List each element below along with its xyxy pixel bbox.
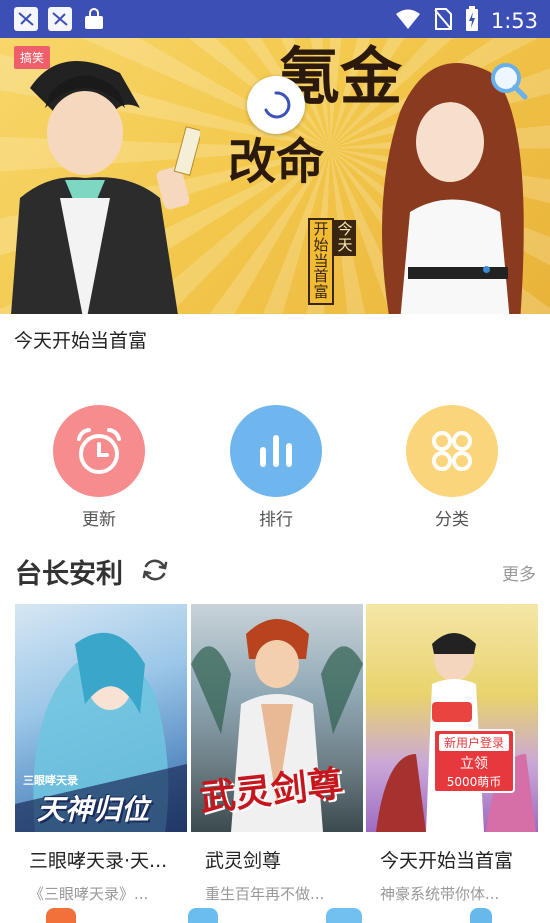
carousel-indicator [483,266,490,273]
app-notification-icon [14,7,38,31]
banner-character-left [11,61,200,314]
comic-title: 今天开始当首富 [380,850,514,872]
carrot-icon[interactable] [46,908,76,923]
next-row-icons [0,908,550,923]
clock: 1:53 [490,9,538,33]
no-sim-icon [433,7,453,35]
wifi-icon [395,8,421,34]
comic-card[interactable]: 三眼哮天录 天神归位 三眼哮天录·天... 《三眼哮天录》... [15,604,187,904]
comic-description: 重生百年再不做... [205,885,325,903]
featured-banner[interactable]: 搞笑 氪金 改命 开始当首富 今天 [0,38,550,314]
banner-vertical-caption: 开始当首富 [308,218,334,305]
loading-spinner [247,76,305,134]
comic-description: 神豪系统带你体... [380,885,500,903]
bar-chart-icon [230,405,322,497]
comic-cover: 三眼哮天录 天神归位 [15,604,187,832]
category-classify-button[interactable]: 分类 [406,405,498,530]
cover-title: 天神归位 [37,793,150,826]
genre-tag: 搞笑 [14,46,51,69]
gift-icon [432,702,472,722]
banner-vertical-caption-2: 今天 [334,220,356,256]
app-notification-icon [48,7,72,31]
status-bar: 1:53 [0,0,550,38]
promo-badge[interactable]: 新用户登录 立领 5000萌币 [433,729,515,793]
banner-headline-bottom: 改命 [228,134,325,190]
comic-cover: 新用户登录 立领 5000萌币 [366,604,538,832]
comic-card[interactable]: 新用户登录 立领 5000萌币 今天开始当首富 神豪系统带你体... [366,604,538,904]
refresh-icon[interactable] [141,556,169,584]
cover-subtitle: 三眼哮天录 [23,774,78,787]
rabbit-icon[interactable] [470,908,492,923]
promo-line-1: 新用户登录 [439,734,509,751]
battery-charging-icon [465,6,479,36]
bowl-icon[interactable] [326,908,362,923]
comic-cover: 武灵剑尊 [191,604,363,832]
more-link[interactable]: 更多 [502,560,536,585]
comic-title: 武灵剑尊 [205,850,282,872]
grid-circles-icon [406,405,498,497]
shopping-bag-icon [82,7,106,35]
comic-title: 三眼哮天录·天... [29,850,168,872]
promo-line-2: 立领 [460,756,488,772]
cloud-icon[interactable] [188,908,218,923]
promo-line-3: 5000萌币 [446,775,502,789]
comic-card[interactable]: 武灵剑尊 武灵剑尊 重生百年再不做... [191,604,363,904]
category-label: 分类 [435,510,469,530]
search-icon[interactable] [488,60,528,100]
category-label: 更新 [82,510,116,530]
comic-description: 《三眼哮天录》... [29,885,149,903]
category-ranking-button[interactable]: 排行 [230,405,322,530]
category-update-button[interactable]: 更新 [53,405,145,530]
category-label: 排行 [259,510,293,530]
banner-title[interactable]: 今天开始当首富 [14,326,147,353]
section-title: 台长安利 [15,559,123,590]
alarm-clock-icon [53,405,145,497]
